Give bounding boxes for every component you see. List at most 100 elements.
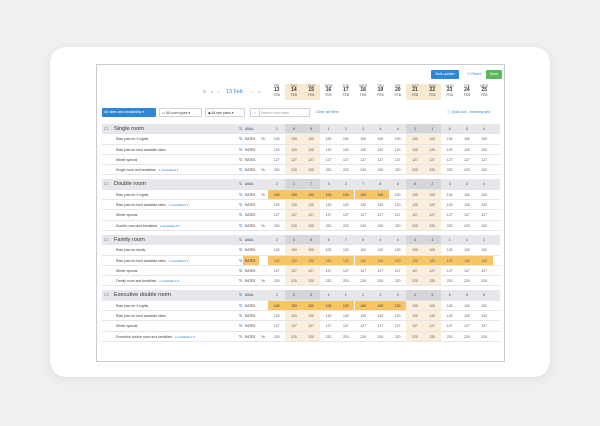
rate-cell[interactable]: 120 <box>423 255 441 265</box>
room-type-name[interactable]: ▭ Double room <box>102 179 238 188</box>
rate-cell[interactable]: 127 <box>458 210 475 219</box>
rate-cell[interactable]: 120 <box>285 200 303 210</box>
rate-cell[interactable]: 220 <box>406 331 424 341</box>
rate-cell[interactable]: 220 <box>406 276 424 286</box>
availability-cell[interactable]: 2 <box>337 179 355 189</box>
rate-cell[interactable]: 120 <box>337 311 354 320</box>
rate-cell[interactable]: 100 <box>371 300 390 311</box>
availability-cell[interactable]: 5 <box>354 234 372 245</box>
rate-plan-name[interactable]: Winter special <box>102 321 238 330</box>
rate-cell[interactable]: 220 <box>476 165 493 174</box>
rate-cell[interactable]: 120 <box>355 311 372 320</box>
rate-cell[interactable]: 120 <box>319 255 338 265</box>
rate-cell[interactable]: 220 <box>302 276 320 286</box>
availability-cell[interactable]: 2 <box>475 234 493 245</box>
rate-cell[interactable]: 120 <box>441 145 458 154</box>
rate-cell[interactable]: 220 <box>285 220 303 230</box>
rate-cell[interactable]: 120 <box>285 255 303 265</box>
availability-cell[interactable]: 2 <box>423 179 441 189</box>
rate-cell[interactable]: 100 <box>458 190 475 199</box>
availability-cell[interactable]: 6 <box>406 179 424 189</box>
rate-cell[interactable]: 120 <box>389 255 407 265</box>
rate-plan-name[interactable]: Rate plan for best available rates 2 CHAN… <box>102 200 238 209</box>
availability-cell[interactable]: 3 <box>319 179 338 189</box>
rate-cell[interactable]: 220 <box>285 331 303 341</box>
rate-cell[interactable]: 120 <box>372 311 389 320</box>
rate-cell[interactable]: 220 <box>441 165 458 174</box>
rate-cell[interactable]: 120 <box>441 311 458 320</box>
rate-cell[interactable]: 127 <box>476 155 493 164</box>
rate-cell[interactable]: 120 <box>372 200 389 209</box>
rate-cell[interactable]: 127 <box>389 210 406 219</box>
availability-cell[interactable]: 7 <box>337 234 355 245</box>
search-input[interactable]: Search room rates <box>261 109 289 117</box>
rate-cell[interactable]: 100 <box>355 134 372 143</box>
availability-cell[interactable]: 4 <box>285 234 303 245</box>
rate-cell[interactable]: 120 <box>337 145 354 154</box>
rate-cell[interactable]: 120 <box>302 200 320 210</box>
rate-cell[interactable]: 100 <box>337 245 354 254</box>
rate-cell[interactable]: 220 <box>423 331 441 341</box>
availability-cell[interactable]: 1 <box>319 124 338 134</box>
rate-cell[interactable]: 127 <box>337 155 354 164</box>
rate-cell[interactable]: 120 <box>389 311 406 320</box>
rate-cell[interactable]: 127 <box>406 265 424 276</box>
rate-cell[interactable]: 127 <box>372 266 389 275</box>
rate-cell[interactable]: 100 <box>476 245 493 254</box>
availability-cell[interactable]: 5 <box>389 179 407 189</box>
prev-page-icon[interactable]: ‹ <box>218 87 219 97</box>
availability-cell[interactable]: 6 <box>441 124 459 134</box>
availability-cell[interactable]: 5 <box>423 290 441 300</box>
percent-icon[interactable]: % <box>259 165 267 174</box>
rate-cell[interactable]: 120 <box>355 145 372 154</box>
rate-cell[interactable]: 100 <box>354 300 372 311</box>
rate-cell[interactable]: 100 <box>268 134 285 143</box>
rate-cell[interactable]: 220 <box>302 165 320 175</box>
rate-cell[interactable]: 100 <box>302 189 320 200</box>
rate-cell[interactable]: 120 <box>320 145 337 154</box>
rate-cell[interactable]: 100 <box>423 300 441 311</box>
rate-plan-name[interactable]: Rate plan for best available rates 2 CHAN… <box>102 256 238 265</box>
rate-cell[interactable]: 100 <box>268 300 286 311</box>
availability-cell[interactable]: 4 <box>406 290 424 300</box>
rate-cell[interactable]: 120 <box>475 255 493 265</box>
rate-cell[interactable]: 120 <box>458 200 475 209</box>
rate-cell[interactable]: 127 <box>355 155 372 164</box>
rate-cell[interactable]: 127 <box>423 265 441 276</box>
availability-cell[interactable]: 2 <box>337 124 355 134</box>
availability-cell[interactable]: 3 <box>389 290 407 300</box>
availability-cell[interactable]: 5 <box>441 290 459 300</box>
rate-cell[interactable]: 127 <box>406 154 424 165</box>
rate-cell[interactable]: 100 <box>372 245 389 254</box>
rate-cell[interactable]: 127 <box>458 321 475 330</box>
rate-cell[interactable]: 120 <box>355 200 372 209</box>
rate-plan-name[interactable]: Winter special <box>102 155 238 164</box>
rate-cell[interactable]: 127 <box>441 155 458 164</box>
rate-cell[interactable]: 127 <box>268 210 285 219</box>
rate-cell[interactable]: 100 <box>389 300 407 311</box>
rate-cell[interactable]: 127 <box>337 321 354 330</box>
rate-cell[interactable]: 120 <box>268 255 286 265</box>
rate-cell[interactable]: 120 <box>268 145 285 154</box>
rate-cell[interactable]: 120 <box>406 311 424 321</box>
rate-cell[interactable]: 100 <box>320 134 337 143</box>
percent-icon[interactable]: % <box>259 276 267 285</box>
rate-cell[interactable]: 100 <box>372 134 389 143</box>
room-type-name[interactable]: ▭ Executive double room <box>102 290 238 299</box>
availability-cell[interactable]: 1 <box>441 234 459 245</box>
rate-cell[interactable]: 100 <box>441 245 458 254</box>
rate-cell[interactable]: 100 <box>302 245 320 255</box>
rate-plan-name[interactable]: Rate plan for 3 nights <box>102 190 238 199</box>
rate-cell[interactable]: 100 <box>423 189 441 200</box>
rate-cell[interactable]: 127 <box>476 210 493 219</box>
rate-cell[interactable]: 127 <box>406 321 424 331</box>
rate-cell[interactable]: 127 <box>476 321 493 330</box>
rate-cell[interactable]: 120 <box>302 144 320 154</box>
availability-cell[interactable]: 2 <box>406 124 424 134</box>
rate-cell[interactable]: 100 <box>337 134 354 143</box>
save-button[interactable]: Save <box>486 70 502 79</box>
rate-cell[interactable]: 220 <box>476 276 493 285</box>
availability-cell[interactable]: 6 <box>319 234 338 245</box>
rate-cell[interactable]: 220 <box>337 276 354 285</box>
rate-cell[interactable]: 100 <box>302 134 320 144</box>
